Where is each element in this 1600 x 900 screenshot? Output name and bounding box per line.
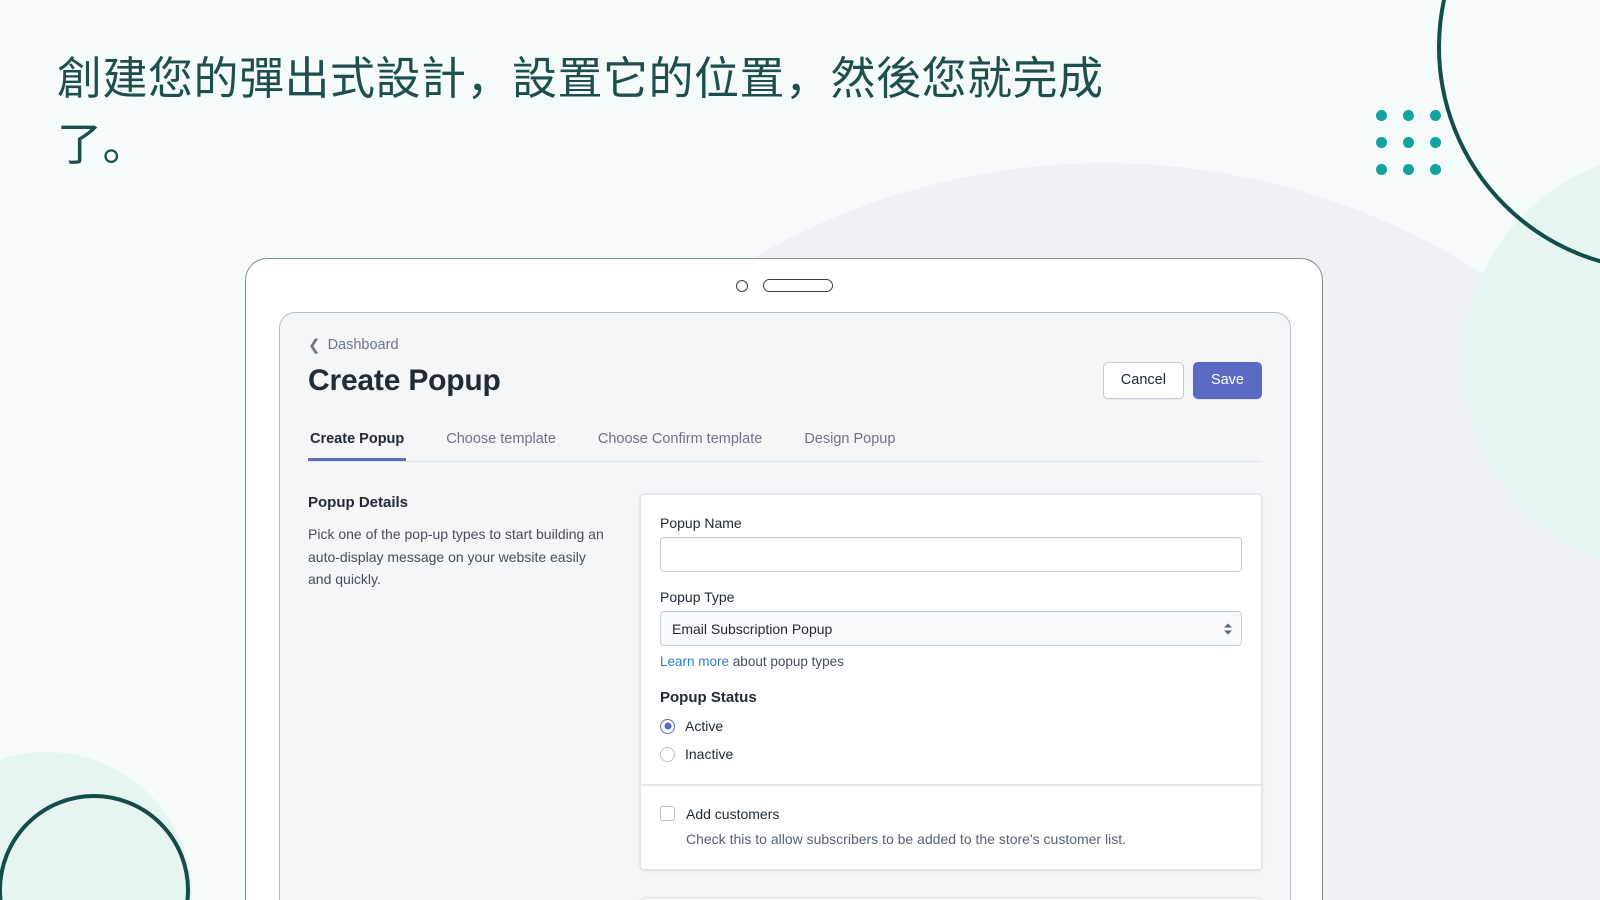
radio-option-active[interactable]: Active	[660, 718, 1242, 734]
radio-option-inactive[interactable]: Inactive	[660, 746, 1242, 762]
mint-circle-top-right	[1463, 152, 1600, 572]
popup-form-column: Popup Name Popup Type Email Subscription…	[640, 494, 1262, 900]
save-button[interactable]: Save	[1192, 362, 1262, 400]
teal-ring-bottom-left	[0, 794, 190, 900]
add-customers-help: Check this to allow subscribers to be ad…	[686, 830, 1126, 847]
radio-inactive-indicator	[660, 746, 675, 762]
popup-name-label: Popup Name	[660, 515, 742, 532]
camera-dot-icon	[735, 279, 748, 292]
app-content: ❮ Dashboard Create Popup Cancel Save Cre…	[280, 313, 1290, 900]
header-actions: Cancel Save	[1102, 362, 1262, 400]
radio-inactive-label: Inactive	[685, 746, 734, 763]
add-customers-row[interactable]: Add customers	[660, 806, 1242, 822]
cancel-button[interactable]: Cancel	[1102, 362, 1184, 400]
popup-details-panel: Popup Details Pick one of the pop-up typ…	[308, 494, 640, 900]
popup-form-card: Popup Name Popup Type Email Subscription…	[640, 494, 1262, 870]
learn-more-link[interactable]: Learn more	[660, 654, 729, 669]
popup-name-input[interactable]	[660, 537, 1242, 573]
popup-type-label: Popup Type	[660, 589, 735, 606]
mint-circle-bottom-left	[0, 752, 192, 900]
device-notch	[246, 259, 1322, 312]
tab-create-popup[interactable]: Create Popup	[308, 425, 407, 462]
breadcrumb[interactable]: ❮ Dashboard	[308, 337, 1262, 353]
chevron-left-icon: ❮	[308, 336, 321, 354]
grid-dot	[1430, 164, 1441, 175]
grid-dot	[1403, 110, 1414, 121]
popup-type-helper: Learn more about popup types	[660, 654, 1242, 669]
add-customers-checkbox[interactable]	[660, 806, 675, 822]
popup-type-select-wrap: Email Subscription Popup	[660, 611, 1242, 647]
grid-dot	[1376, 110, 1387, 121]
radio-active-label: Active	[685, 718, 724, 735]
page-title: Create Popup	[308, 363, 501, 397]
popup-status-title: Popup Status	[660, 689, 757, 707]
tab-choose-template[interactable]: Choose template	[444, 425, 558, 461]
grid-dot	[1430, 110, 1441, 121]
content-columns: Popup Details Pick one of the pop-up typ…	[308, 494, 1262, 900]
breadcrumb-label: Dashboard	[327, 337, 399, 353]
add-customers-section: Add customers Check this to allow subscr…	[641, 786, 1261, 869]
add-customers-label: Add customers	[686, 805, 780, 822]
learn-more-rest: about popup types	[729, 654, 844, 670]
popup-type-select[interactable]: Email Subscription Popup	[660, 611, 1242, 647]
speaker-slot-icon	[762, 279, 833, 292]
teal-ring-top-right	[1437, 0, 1600, 272]
dot-grid-decoration	[1376, 110, 1441, 175]
page-headline: 創建您的彈出式設計，設置它的位置，然後您就完成了。	[57, 53, 1104, 171]
popup-form-section: Popup Name Popup Type Email Subscription…	[641, 495, 1261, 784]
grid-dot	[1403, 164, 1414, 175]
radio-active-indicator	[660, 718, 675, 734]
device-frame: ❮ Dashboard Create Popup Cancel Save Cre…	[245, 258, 1323, 900]
popup-details-title: Popup Details	[308, 494, 409, 512]
tab-design-popup[interactable]: Design Popup	[802, 425, 897, 461]
device-screen: ❮ Dashboard Create Popup Cancel Save Cre…	[279, 312, 1291, 900]
screenshot-stage: 創建您的彈出式設計，設置它的位置，然後您就完成了。 ❮ Dashboard Cr…	[0, 0, 1600, 900]
tab-bar: Create Popup Choose template Choose Conf…	[308, 425, 1262, 463]
grid-dot	[1376, 137, 1387, 148]
popup-details-description: Pick one of the pop-up types to start bu…	[308, 526, 604, 587]
page-header-row: Create Popup Cancel Save	[308, 362, 1262, 400]
tab-choose-confirm-template[interactable]: Choose Confirm template	[596, 425, 764, 461]
grid-dot	[1376, 164, 1387, 175]
grid-dot	[1403, 137, 1414, 148]
grid-dot	[1430, 137, 1441, 148]
